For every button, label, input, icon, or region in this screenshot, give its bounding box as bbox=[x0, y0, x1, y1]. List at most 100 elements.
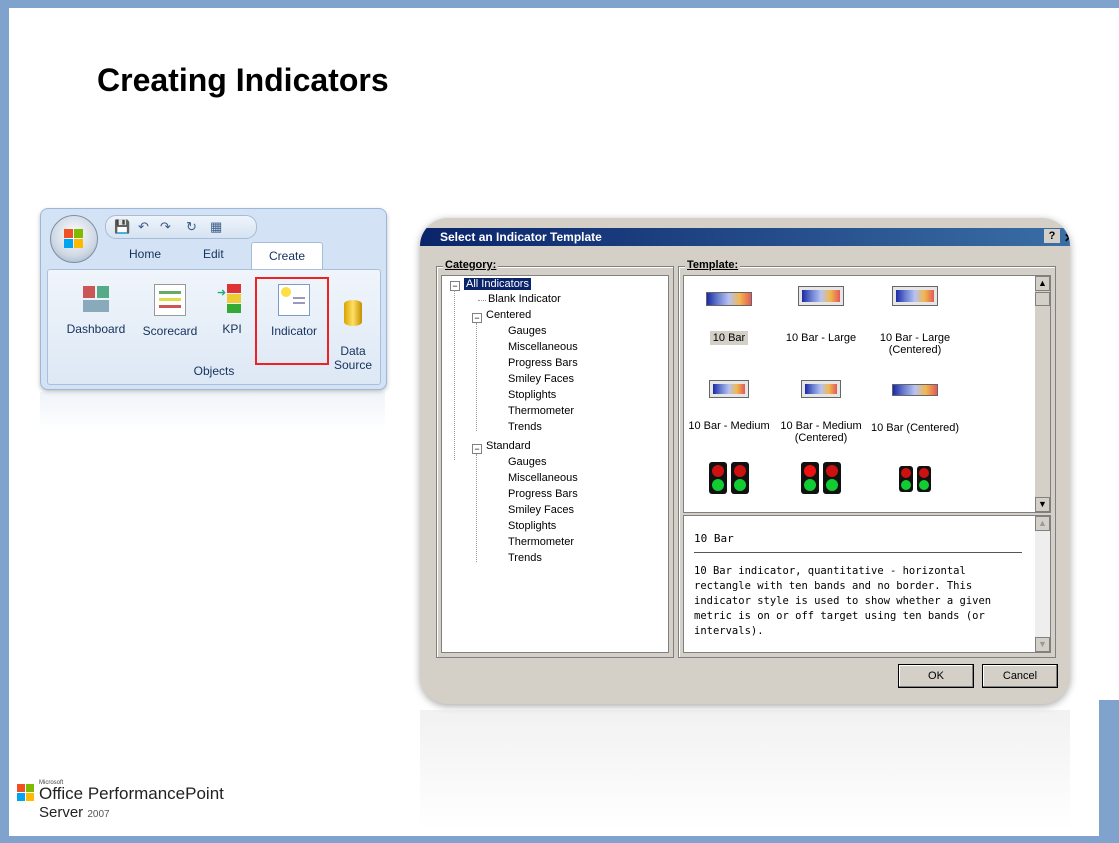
slide-right-border bbox=[1099, 700, 1119, 843]
tree-line bbox=[476, 454, 477, 562]
template-10-bar-centered[interactable]: 10 Bar (Centered) bbox=[870, 384, 960, 434]
ten-bar-large-centered-icon bbox=[892, 286, 938, 306]
template-10-bar-medium[interactable]: 10 Bar - Medium bbox=[684, 380, 774, 432]
template-10-bar[interactable]: 10 Bar bbox=[684, 292, 774, 345]
tree-item-standard-stoplights[interactable]: Stoplights bbox=[508, 520, 556, 532]
tree-line bbox=[454, 290, 455, 460]
office-logo-icon bbox=[17, 784, 35, 802]
description-scrollbar[interactable]: ▲ ▼ bbox=[1034, 516, 1050, 652]
tab-create[interactable]: Create bbox=[251, 242, 323, 269]
tree-item-standard-gauges[interactable]: Gauges bbox=[508, 456, 547, 468]
scroll-up-icon[interactable]: ▲ bbox=[1035, 276, 1050, 291]
tree-line bbox=[476, 323, 477, 431]
tree-item-centered-smiley-faces[interactable]: Smiley Faces bbox=[508, 373, 574, 385]
tree-item-centered[interactable]: Centered bbox=[486, 309, 531, 321]
tree-item-blank-indicator[interactable]: Blank Indicator bbox=[488, 293, 561, 305]
tab-home[interactable]: Home bbox=[129, 247, 161, 261]
ok-button[interactable]: OK bbox=[898, 664, 974, 688]
dialog-titlebar: Select an Indicator Template ? ✕ bbox=[420, 228, 1070, 246]
template-stoplight-centered[interactable] bbox=[870, 466, 960, 495]
template-list[interactable]: 10 Bar 10 Bar - Large 10 Bar - Large (Ce… bbox=[683, 275, 1051, 513]
stoplight-icon bbox=[731, 462, 749, 494]
tree-item-standard-smiley-faces[interactable]: Smiley Faces bbox=[508, 504, 574, 516]
collapse-icon[interactable]: − bbox=[472, 313, 482, 323]
template-group: Template: 10 Bar 10 Bar - Large 10 Bar -… bbox=[678, 259, 1056, 658]
tree-item-centered-gauges[interactable]: Gauges bbox=[508, 325, 547, 337]
template-stoplight[interactable] bbox=[684, 462, 774, 497]
help-button[interactable]: ? bbox=[1044, 229, 1060, 243]
scroll-thumb[interactable] bbox=[1035, 292, 1050, 306]
scroll-down-icon[interactable]: ▼ bbox=[1035, 637, 1050, 652]
template-10-bar-large-label: 10 Bar - Large bbox=[785, 332, 857, 344]
collapse-icon[interactable]: − bbox=[450, 281, 460, 291]
dialog-title: Select an Indicator Template bbox=[440, 230, 602, 244]
undo-icon[interactable]: ↶ bbox=[138, 219, 149, 235]
slide-bottom-border bbox=[0, 836, 1119, 843]
kpi-label: KPI bbox=[222, 322, 242, 336]
tree-item-centered-progress-bars[interactable]: Progress Bars bbox=[508, 357, 578, 369]
logo-server: Server bbox=[39, 804, 84, 821]
select-indicator-dialog: Select an Indicator Template ? ✕ Categor… bbox=[420, 218, 1070, 704]
tree-item-centered-stoplights[interactable]: Stoplights bbox=[508, 389, 556, 401]
tree-item-centered-thermometer[interactable]: Thermometer bbox=[508, 405, 574, 417]
kpi-icon: ➜ bbox=[217, 284, 247, 314]
office-logo-icon bbox=[64, 229, 84, 249]
tree-item-standard-miscellaneous[interactable]: Miscellaneous bbox=[508, 472, 578, 484]
description-title: 10 Bar bbox=[694, 532, 734, 545]
ten-bar-medium-centered-icon bbox=[801, 380, 841, 398]
publish-icon[interactable]: ▦ bbox=[210, 219, 222, 235]
tree-item-standard[interactable]: Standard bbox=[486, 440, 531, 452]
template-label: Template: bbox=[685, 259, 741, 271]
scroll-up-icon[interactable]: ▲ bbox=[1035, 516, 1050, 531]
tree-item-centered-trends[interactable]: Trends bbox=[508, 421, 542, 433]
logo-product: Office PerformancePoint bbox=[39, 784, 224, 803]
description-divider bbox=[694, 552, 1022, 553]
refresh-icon[interactable]: ↻ bbox=[186, 219, 197, 235]
ten-bar-large-icon bbox=[798, 286, 844, 306]
dashboard-label: Dashboard bbox=[66, 322, 126, 336]
template-scrollbar[interactable]: ▲ ▼ bbox=[1034, 276, 1050, 512]
indicator-highlight-box bbox=[255, 277, 329, 365]
office-button[interactable] bbox=[50, 215, 98, 263]
ribbon-reflection bbox=[40, 392, 385, 432]
tab-edit[interactable]: Edit bbox=[203, 247, 224, 261]
tree-item-standard-progress-bars[interactable]: Progress Bars bbox=[508, 488, 578, 500]
template-stoplight-large[interactable] bbox=[776, 462, 866, 497]
logo-year: 2007 bbox=[87, 809, 110, 820]
collapse-icon[interactable]: − bbox=[472, 444, 482, 454]
template-10-bar-label: 10 Bar bbox=[709, 331, 749, 345]
dialog-reflection bbox=[420, 710, 1070, 830]
scroll-down-icon[interactable]: ▼ bbox=[1035, 497, 1050, 512]
cancel-button[interactable]: Cancel bbox=[982, 664, 1058, 688]
template-10-bar-large-centered[interactable]: 10 Bar - Large (Centered) bbox=[870, 286, 960, 356]
tree-item-standard-trends[interactable]: Trends bbox=[508, 552, 542, 564]
category-group: Category: − All Indicators Blank Indicat… bbox=[436, 259, 674, 658]
template-10-bar-large[interactable]: 10 Bar - Large bbox=[776, 286, 866, 344]
tree-item-centered-miscellaneous[interactable]: Miscellaneous bbox=[508, 341, 578, 353]
template-10-bar-large-centered-label: 10 Bar - Large (Centered) bbox=[879, 332, 951, 356]
template-10-bar-medium-centered-label: 10 Bar - Medium (Centered) bbox=[780, 420, 862, 444]
description-body: 10 Bar indicator, quantitative - horizon… bbox=[694, 565, 992, 637]
stoplight-icon bbox=[801, 462, 819, 494]
tree-item-standard-thermometer[interactable]: Thermometer bbox=[508, 536, 574, 548]
stoplight-icon bbox=[709, 462, 727, 494]
kpi-button[interactable]: ➜ KPI bbox=[210, 284, 254, 336]
template-10-bar-medium-centered[interactable]: 10 Bar - Medium (Centered) bbox=[776, 380, 866, 444]
category-tree[interactable]: − All Indicators Blank Indicator − Cente… bbox=[441, 275, 669, 653]
slide-top-border bbox=[0, 0, 1119, 8]
dashboard-button[interactable]: Dashboard bbox=[64, 284, 128, 336]
scorecard-button[interactable]: Scorecard bbox=[138, 284, 202, 338]
ten-bar-icon bbox=[706, 292, 752, 306]
objects-group-label: Objects bbox=[193, 364, 235, 378]
ten-bar-centered-icon bbox=[892, 384, 938, 396]
close-icon[interactable]: ✕ bbox=[1064, 229, 1070, 247]
redo-icon[interactable]: ↷ bbox=[160, 219, 171, 235]
description-panel: 10 Bar 10 Bar indicator, quantitative - … bbox=[683, 515, 1051, 653]
tree-item-all-indicators[interactable]: All Indicators bbox=[464, 278, 531, 290]
template-10-bar-medium-label: 10 Bar - Medium bbox=[688, 420, 770, 432]
template-10-bar-centered-label: 10 Bar (Centered) bbox=[870, 422, 960, 434]
slide-title: Creating Indicators bbox=[97, 62, 389, 98]
stoplight-icon bbox=[823, 462, 841, 494]
scorecard-label: Scorecard bbox=[142, 324, 198, 338]
save-icon[interactable]: 💾 bbox=[114, 219, 130, 235]
